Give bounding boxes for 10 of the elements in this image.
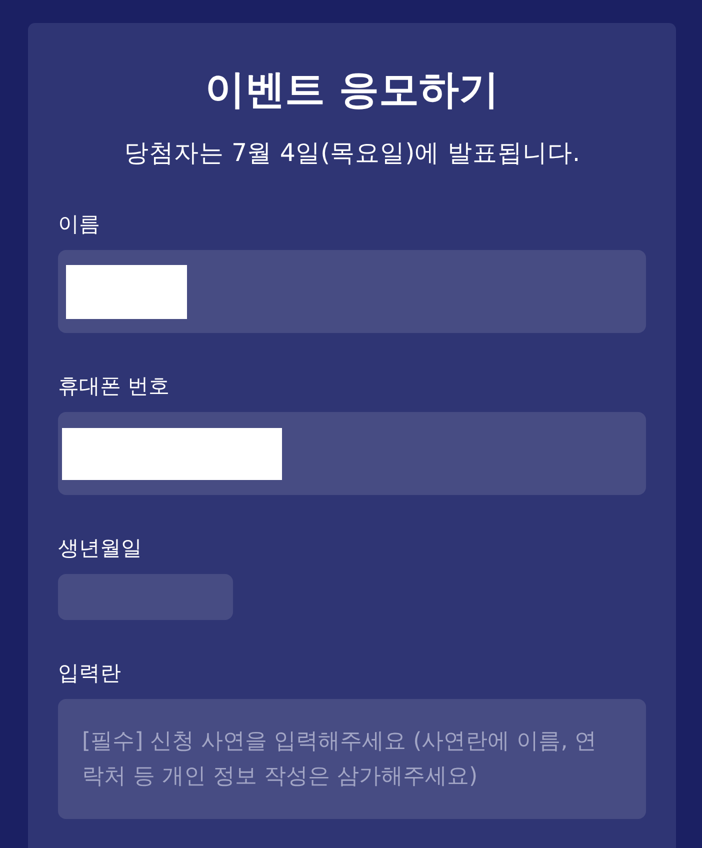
field-label: 휴대폰 번호	[58, 373, 170, 400]
input-field[interactable]	[58, 412, 646, 495]
field-label: 이름	[58, 211, 100, 238]
input-field[interactable]	[58, 250, 646, 333]
field-label: 생년월일	[58, 535, 142, 562]
field-label: 입력란	[58, 660, 121, 687]
story-textarea[interactable]: [필수] 신청 사연을 입력해주세요 (사연란에 이름, 연락처 등 개인 정보 작성은 삼가해주세요)	[58, 699, 646, 819]
date-field[interactable]	[58, 574, 233, 620]
form-title: 이벤트 응모하기	[204, 66, 500, 115]
announcement-text: 당첨자는 7월 4일(목요일)에 발표됩니다.	[122, 137, 582, 169]
